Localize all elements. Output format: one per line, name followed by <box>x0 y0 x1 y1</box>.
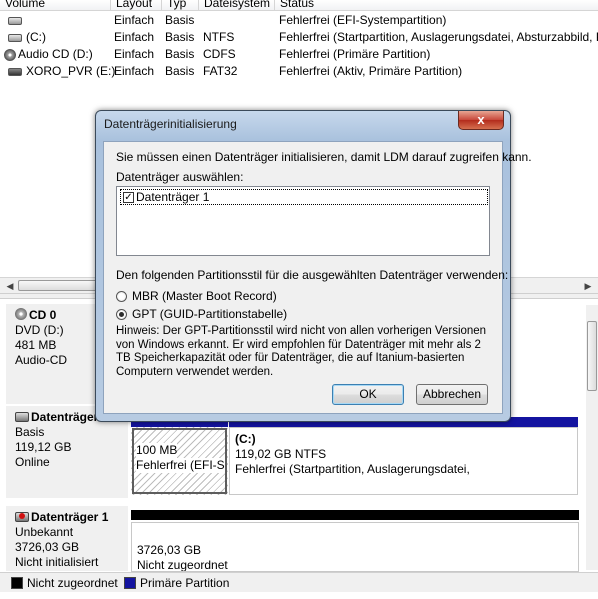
init-disk-dialog: Datenträgerinitialisierung x Sie müssen … <box>95 110 532 422</box>
volume-layout: Einfach <box>114 13 155 27</box>
volume-status: Fehlerfrei (Startpartition, Auslagerungs… <box>279 30 598 44</box>
partition-style-label: Den folgenden Partitionsstil für die aus… <box>116 268 509 282</box>
unallocated-header-bar <box>131 510 579 520</box>
gpt-hint-text: Hinweis: Der GPT-Partitionsstil wird nic… <box>116 325 487 378</box>
radio-mbr-label[interactable]: MBR (Master Boot Record) <box>132 289 277 303</box>
volume-name: XORO_PVR (E:) <box>8 63 115 80</box>
volume-status: Fehlerfrei (Primäre Partition) <box>279 47 431 61</box>
column-header-typ[interactable]: Typ <box>161 0 198 10</box>
volume-fs: FAT32 <box>203 64 238 78</box>
disk-title: Datenträger 1 <box>31 510 109 524</box>
volume-status: Fehlerfrei (EFI-Systempartition) <box>279 13 447 27</box>
legend-swatch-primary <box>124 577 136 589</box>
legend-label-primary: Primäre Partition <box>140 576 230 590</box>
disk-item-label: Datenträger 1 <box>136 190 210 204</box>
volume-layout: Einfach <box>114 47 155 61</box>
vertical-scrollbar[interactable] <box>586 305 598 570</box>
column-header-layout[interactable]: Layout <box>110 0 161 10</box>
volume-typ: Basis <box>165 30 195 44</box>
scroll-left-icon[interactable]: ◀ <box>4 280 16 292</box>
volume-row[interactable]: Audio CD (D:) Einfach Basis CDFS Fehlerf… <box>0 46 598 63</box>
disk-status: Online <box>15 455 50 469</box>
dialog-title: Datenträgerinitialisierung <box>104 117 237 131</box>
drive-icon <box>8 16 22 25</box>
hard-disk-icon <box>15 412 29 422</box>
disk-title: CD 0 <box>29 308 57 322</box>
volume-row[interactable]: Einfach Basis Fehlerfrei (EFI-Systempart… <box>0 12 598 29</box>
volume-name: (C:) <box>8 29 46 46</box>
radio-mbr[interactable] <box>116 291 127 302</box>
cancel-button[interactable]: Abbrechen <box>416 384 488 405</box>
column-header-status[interactable]: Status <box>274 0 598 10</box>
partition-efi[interactable]: 100 MB Fehlerfrei (EFI-S <box>131 427 228 495</box>
volume-layout: Einfach <box>114 30 155 44</box>
volume-name <box>8 12 74 29</box>
volume-row[interactable]: XORO_PVR (E:) Einfach Basis FAT32 Fehler… <box>0 63 598 80</box>
volume-typ: Basis <box>165 13 195 27</box>
close-icon: x <box>477 112 485 127</box>
disk-type: Basis <box>15 425 45 439</box>
disk-error-icon <box>15 512 29 522</box>
disk-info-disk1[interactable]: Datenträger 1 Unbekannt 3726,03 GB Nicht… <box>6 506 128 571</box>
volume-layout: Einfach <box>114 64 155 78</box>
drive-icon <box>8 33 22 42</box>
ok-button[interactable]: OK <box>332 384 404 405</box>
checkbox[interactable]: ✓ <box>123 192 134 203</box>
list-item[interactable]: ✓ Datenträger 1 <box>120 189 488 205</box>
dialog-content: Sie müssen einen Datenträger initialisie… <box>103 141 532 414</box>
disk-size: 3726,03 GB <box>15 540 80 554</box>
radio-gpt-label[interactable]: GPT (GUID-Partitionstabelle) <box>132 307 287 321</box>
cd-drive-icon <box>4 48 16 61</box>
cd-icon <box>15 308 27 320</box>
radio-gpt[interactable] <box>116 309 127 320</box>
partition-c[interactable]: (C:) 119,02 GB NTFS Fehlerfrei (Startpar… <box>229 427 578 495</box>
volume-fs: CDFS <box>203 47 236 61</box>
disk-status: Nicht initialisiert <box>15 555 99 569</box>
legend-label-unallocated: Nicht zugeordnet <box>27 576 118 590</box>
removable-drive-icon <box>8 67 22 76</box>
select-disk-label: Datenträger auswählen: <box>116 170 244 184</box>
scroll-right-icon[interactable]: ▶ <box>582 280 594 292</box>
column-header-volume[interactable]: Volume <box>0 0 110 10</box>
disk-listbox[interactable]: ✓ Datenträger 1 <box>116 186 490 256</box>
volume-typ: Basis <box>165 64 195 78</box>
legend: Nicht zugeordnet Primäre Partition <box>0 572 598 592</box>
disk-size: 119,12 GB <box>15 440 72 454</box>
partition-unallocated[interactable]: 3726,03 GB Nicht zugeordnet <box>131 522 579 572</box>
disk-type: Unbekannt <box>15 525 74 539</box>
column-header-dateisystem[interactable]: Dateisystem <box>198 0 274 10</box>
legend-swatch-unallocated <box>11 577 23 589</box>
volume-typ: Basis <box>165 47 195 61</box>
dialog-intro: Sie müssen einen Datenträger initialisie… <box>116 150 532 164</box>
volume-status: Fehlerfrei (Aktiv, Primäre Partition) <box>279 64 463 78</box>
close-button[interactable]: x <box>458 111 504 130</box>
volume-list-header: Volume Layout Typ Dateisystem Status <box>0 0 598 11</box>
scroll-thumb[interactable] <box>587 321 597 391</box>
volume-row[interactable]: (C:) Einfach Basis NTFS Fehlerfrei (Star… <box>0 29 598 46</box>
volume-fs: NTFS <box>203 30 235 44</box>
volume-name: Audio CD (D:) <box>4 46 93 63</box>
